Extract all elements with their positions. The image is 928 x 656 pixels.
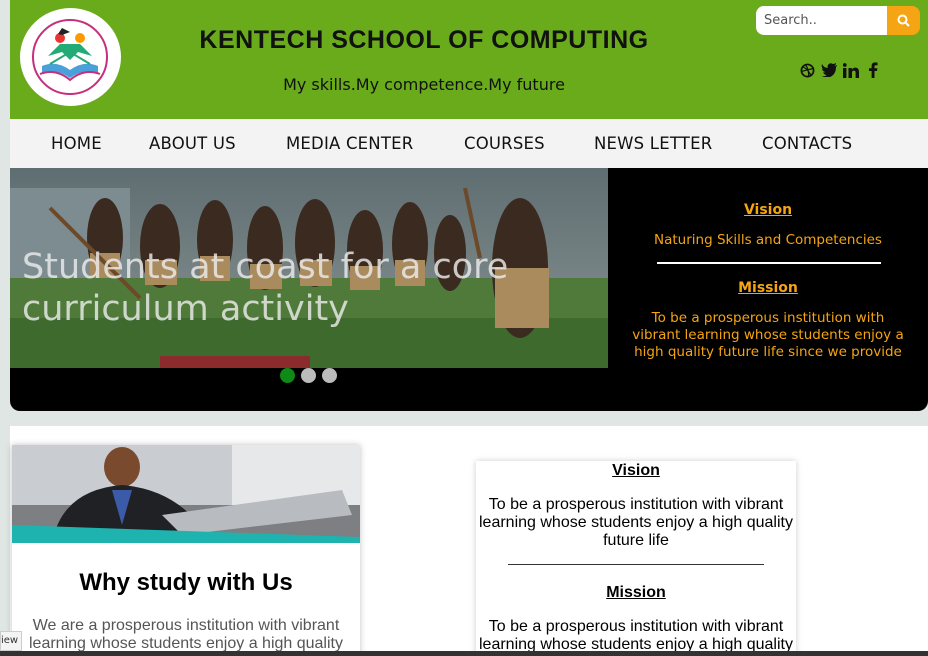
man-with-laptop-photo <box>12 445 360 543</box>
nav-contacts[interactable]: CONTACTS <box>762 134 852 153</box>
slider-dot-1[interactable] <box>280 368 295 383</box>
nav-media-center[interactable]: MEDIA CENTER <box>286 134 413 153</box>
hero-vision-heading[interactable]: Vision <box>608 202 928 218</box>
hero-slide-image: Students at coast for a core curriculum … <box>10 168 608 368</box>
hero-mission-heading[interactable]: Mission <box>608 280 928 296</box>
content-section: Why study with Us We are a prosperous in… <box>10 426 928 656</box>
mission-heading: Mission <box>606 584 666 601</box>
hero-panel-divider <box>657 262 881 264</box>
main-navigation: HOME ABOUT US MEDIA CENTER COURSES NEWS … <box>10 119 928 168</box>
left-strip <box>0 0 10 656</box>
nav-news-letter[interactable]: NEWS LETTER <box>594 134 712 153</box>
vision-mission-card: Vision To be a prosperous institution wi… <box>476 461 796 656</box>
mission-text: To be a prosperous institution with vibr… <box>479 618 793 653</box>
why-study-text: We are a prosperous institution with vib… <box>29 617 343 652</box>
hero-section: Students at coast for a core curriculum … <box>10 168 928 411</box>
social-links <box>799 61 881 79</box>
hero-vision-text: Naturing Skills and Competencies <box>654 232 882 248</box>
search-button[interactable] <box>887 6 920 35</box>
search-icon <box>897 14 910 27</box>
bottom-bar <box>0 651 928 656</box>
nav-courses[interactable]: COURSES <box>464 134 545 153</box>
dribbble-icon[interactable] <box>799 61 815 79</box>
twitter-icon[interactable] <box>821 61 837 79</box>
card-divider <box>508 564 764 565</box>
site-header: KENTECH SCHOOL OF COMPUTING My skills.My… <box>10 0 928 119</box>
view-tab[interactable]: iew <box>0 631 22 651</box>
nav-home[interactable]: HOME <box>51 134 102 153</box>
slider-dot-2[interactable] <box>301 368 316 383</box>
facebook-icon[interactable] <box>865 61 881 79</box>
linkedin-icon[interactable] <box>843 61 859 79</box>
why-study-title: Why study with Us <box>79 569 293 596</box>
slider-dots <box>280 368 337 383</box>
site-tagline: My skills.My competence.My future <box>283 75 565 94</box>
vision-heading: Vision <box>612 462 660 479</box>
why-study-card: Why study with Us We are a prosperous in… <box>12 445 360 656</box>
hero-caption: Students at coast for a core curriculum … <box>22 247 509 329</box>
hero-vision-mission-panel: Vision Naturing Skills and Competencies … <box>608 168 928 411</box>
slider-dot-3[interactable] <box>322 368 337 383</box>
vision-text: To be a prosperous institution with vibr… <box>479 496 793 549</box>
search-input[interactable] <box>756 6 887 35</box>
nav-about-us[interactable]: ABOUT US <box>149 134 236 153</box>
hero-mission-text: To be a prosperous institution with vibr… <box>632 310 904 360</box>
why-study-image <box>12 445 360 543</box>
site-title: KENTECH SCHOOL OF COMPUTING <box>199 26 649 54</box>
